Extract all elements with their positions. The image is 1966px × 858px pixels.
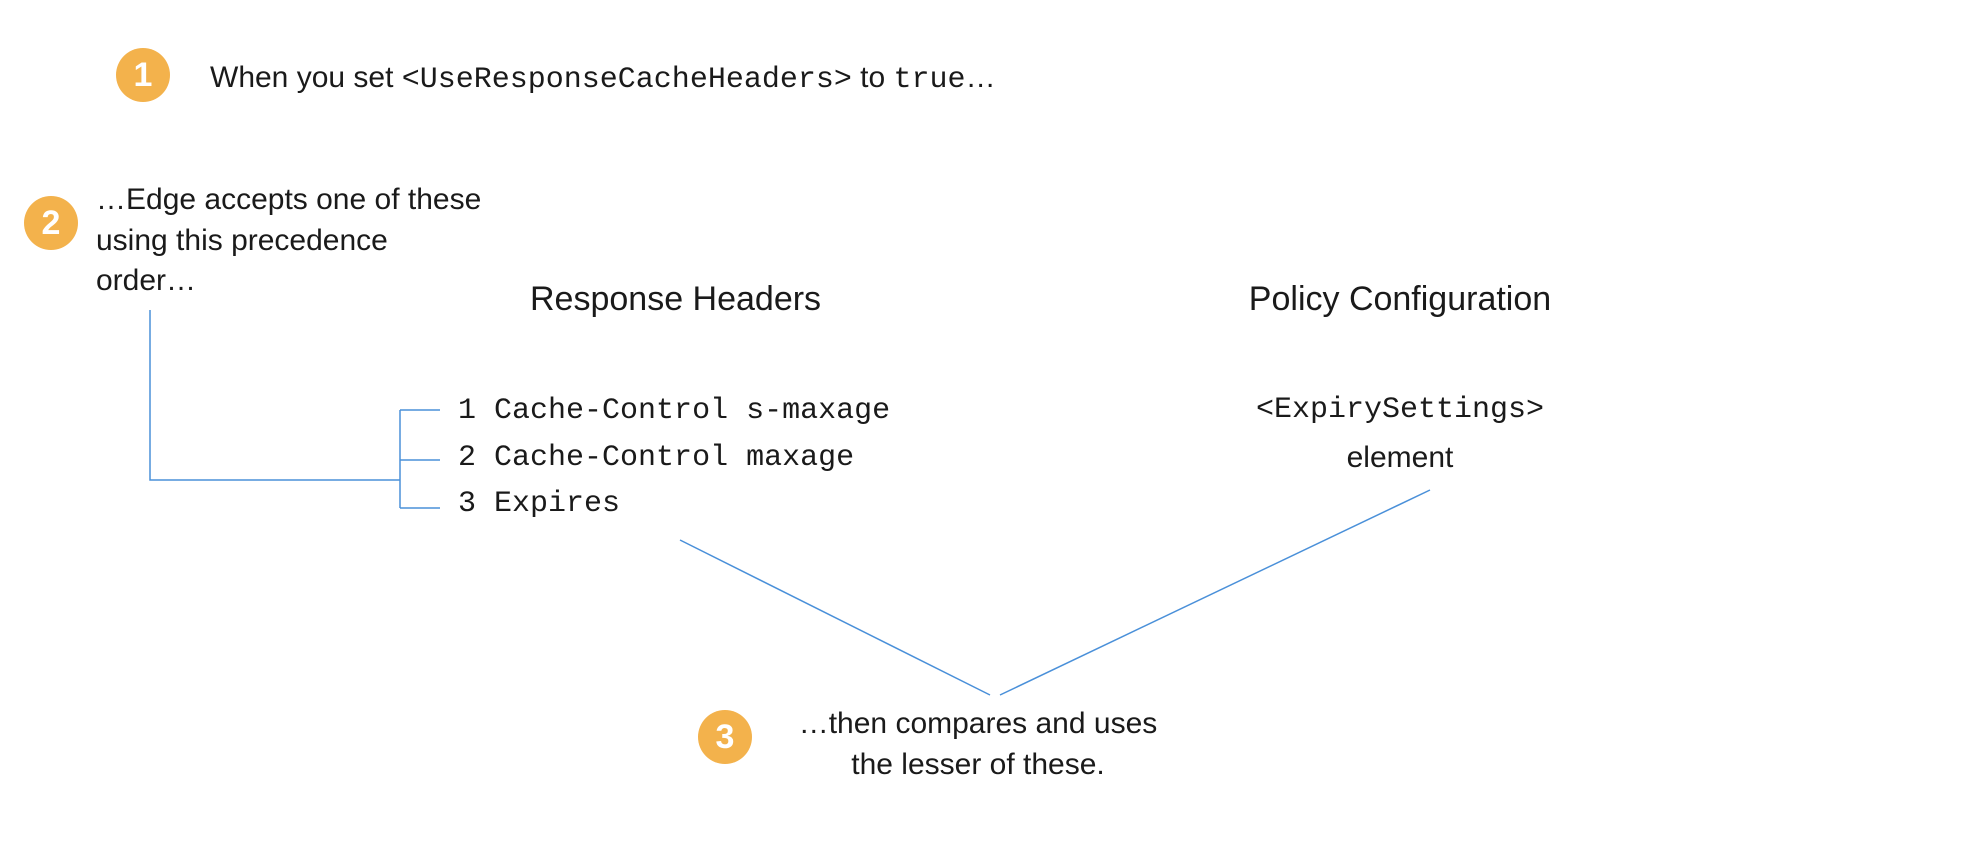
policy-config-tag: <ExpirySettings> xyxy=(1210,390,1590,431)
header-item-3: 3 Expires xyxy=(458,481,890,528)
step-badge-3-number: 3 xyxy=(716,718,735,757)
step-badge-3: 3 xyxy=(698,710,752,764)
step-1-text: When you set <UseResponseCacheHeaders> t… xyxy=(210,58,996,101)
step-badge-1: 1 xyxy=(116,48,170,102)
step-badge-2-number: 2 xyxy=(42,204,61,243)
header-item-1: 1 Cache-Control s-maxage xyxy=(458,388,890,435)
policy-config-title: Policy Configuration xyxy=(1210,280,1590,319)
step-3-line-2: the lesser of these. xyxy=(768,745,1188,786)
step-2-line-1: …Edge accepts one of these xyxy=(96,180,481,221)
policy-config-word: element xyxy=(1210,438,1590,479)
step-1-value: true xyxy=(894,63,966,97)
step-badge-1-number: 1 xyxy=(134,56,153,95)
header-item-2: 2 Cache-Control maxage xyxy=(458,435,890,482)
step-1-tag: <UseResponseCacheHeaders> xyxy=(402,63,852,97)
response-headers-title: Response Headers xyxy=(530,280,821,319)
step-1-suffix: … xyxy=(966,61,996,94)
step-2-text: …Edge accepts one of these using this pr… xyxy=(96,180,481,302)
step-3-text: …then compares and uses the lesser of th… xyxy=(768,704,1188,785)
response-headers-list: 1 Cache-Control s-maxage 2 Cache-Control… xyxy=(458,388,890,528)
step-1-mid: to xyxy=(852,61,894,94)
diagram-canvas: 1 When you set <UseResponseCacheHeaders>… xyxy=(0,0,1966,858)
step-1-prefix: When you set xyxy=(210,61,402,94)
step-3-line-1: …then compares and uses xyxy=(768,704,1188,745)
step-2-line-2: using this precedence xyxy=(96,221,481,262)
step-badge-2: 2 xyxy=(24,196,78,250)
step-2-line-3: order… xyxy=(96,261,481,302)
